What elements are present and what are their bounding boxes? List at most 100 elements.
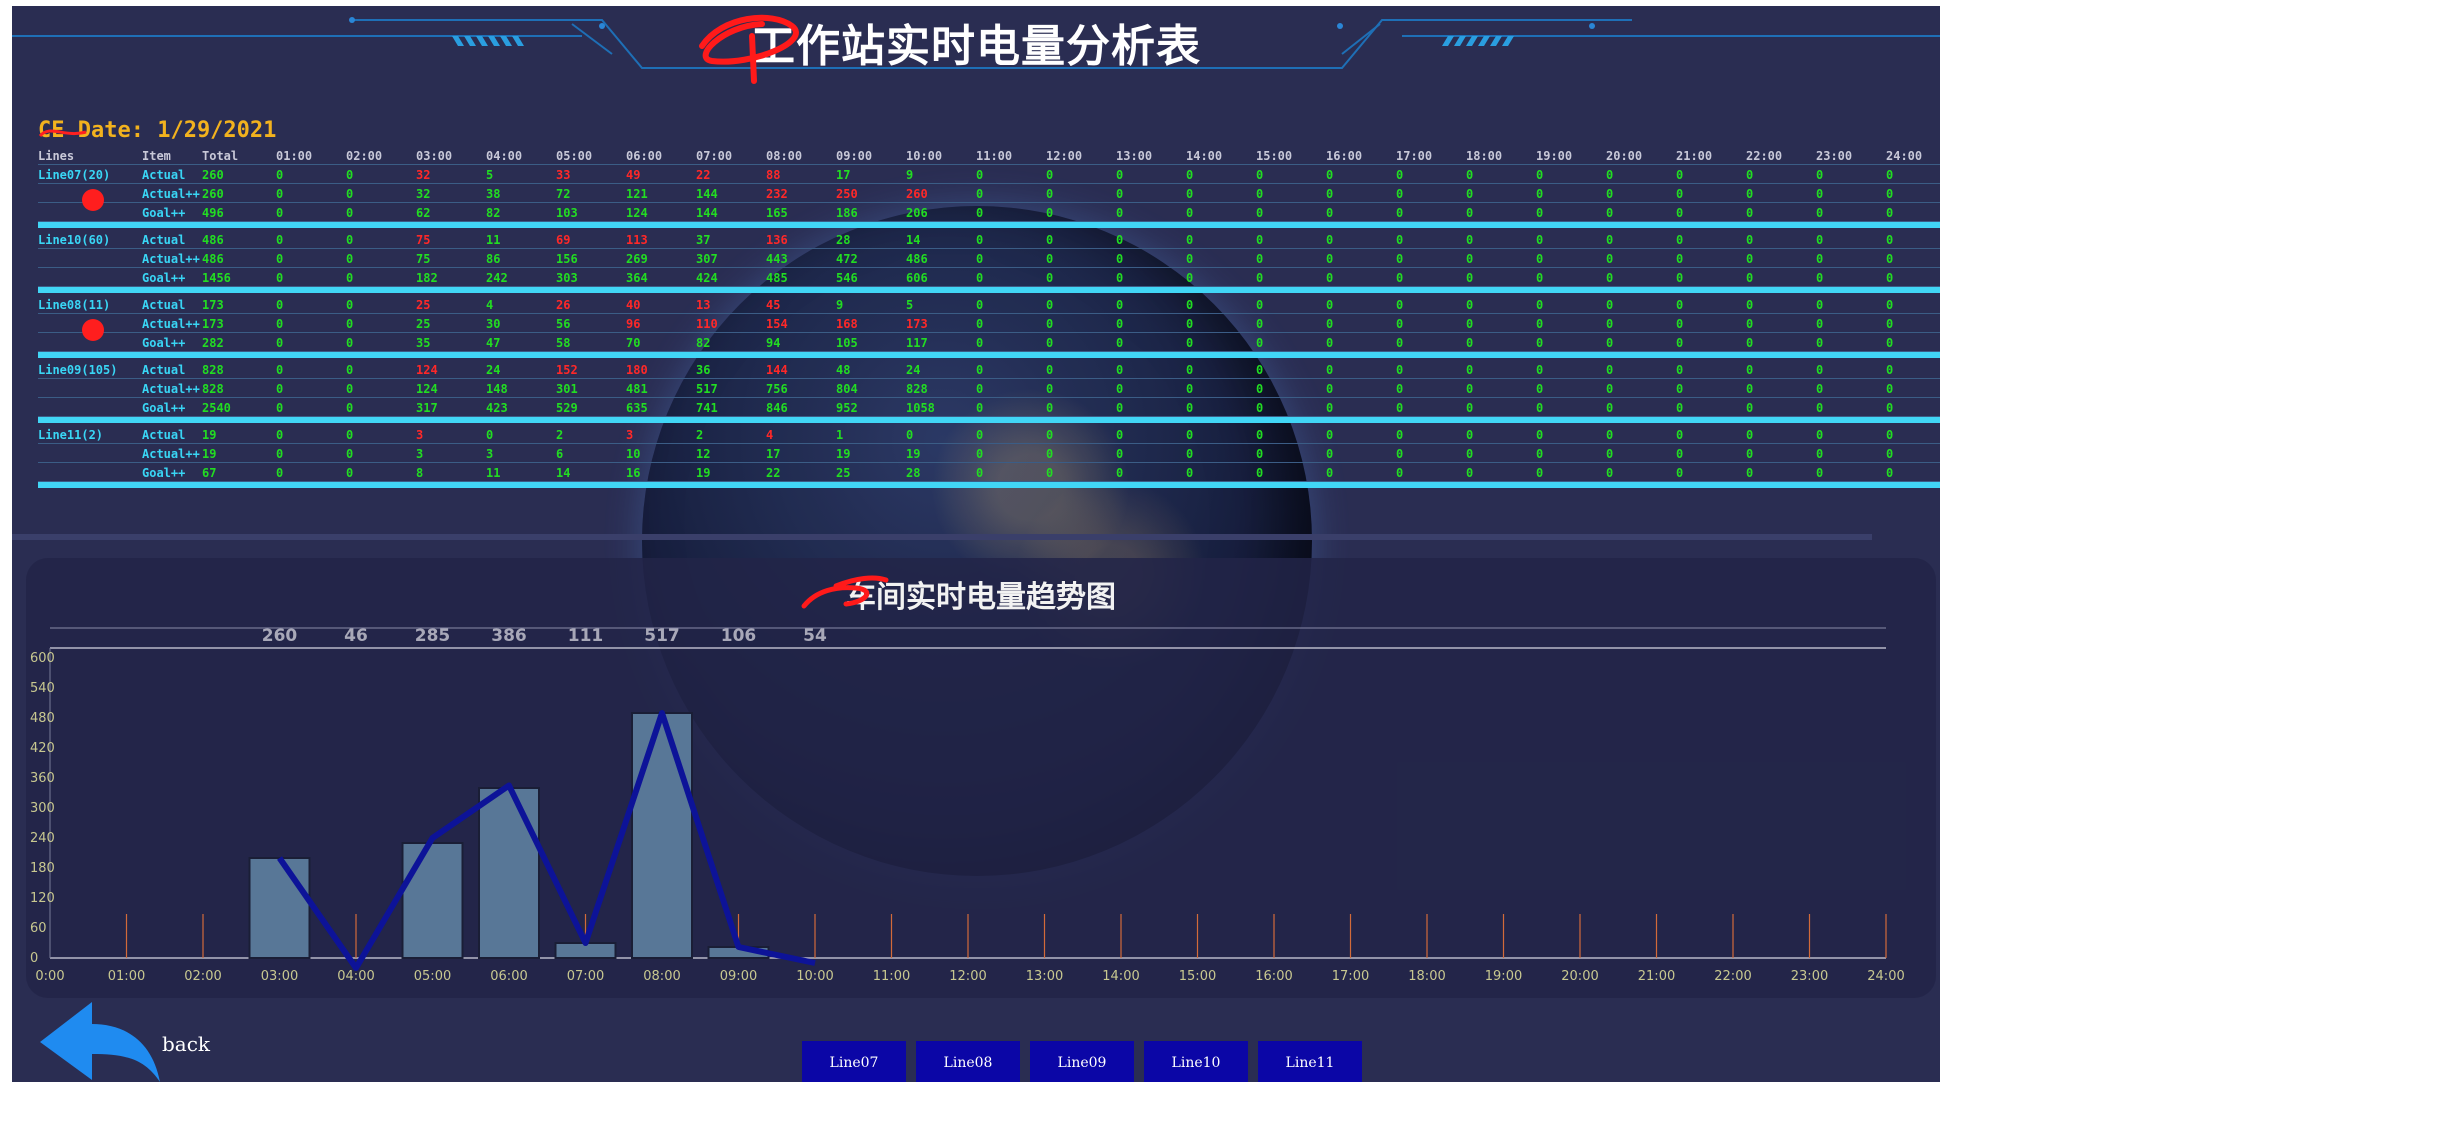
value-cell: 0 [1256, 466, 1264, 480]
x-tick-label: 15:00 [1179, 969, 1216, 984]
value-cell: 0 [1746, 447, 1754, 461]
group-separator [38, 482, 1940, 488]
value-cell: 952 [836, 401, 858, 415]
value-cell: 741 [696, 401, 718, 415]
value-cell: 756 [766, 382, 788, 396]
value-cell: 2 [696, 428, 704, 442]
y-tick-label: 240 [30, 831, 55, 846]
y-tick-label: 180 [30, 861, 55, 876]
value-cell: 0 [1536, 187, 1544, 201]
value-cell: 0 [1186, 252, 1194, 266]
x-tick-label: 09:00 [720, 969, 757, 984]
value-cell: 0 [1606, 233, 1614, 247]
value-cell: 0 [1536, 428, 1544, 442]
value-cell: 0 [1886, 382, 1894, 396]
x-tick-label: 08:00 [643, 969, 680, 984]
item-name: Goal++ [142, 401, 186, 415]
value-cell: 26 [556, 298, 571, 312]
value-cell: 0 [1536, 271, 1544, 285]
value-cell: 260 [906, 187, 928, 201]
line-name: Line08(11) [38, 298, 111, 312]
value-cell: 0 [1676, 363, 1684, 377]
x-tick-label: 18:00 [1408, 969, 1445, 984]
group-separator [38, 417, 1940, 423]
column-header: 03:00 [416, 149, 453, 163]
value-cell: 14 [556, 466, 571, 480]
value-cell: 165 [766, 206, 788, 220]
value-cell: 0 [1116, 298, 1124, 312]
line-button-line09[interactable]: Line09 [1030, 1041, 1134, 1082]
red-dot-marker [82, 189, 104, 211]
y-tick-label: 0 [30, 951, 38, 966]
value-cell: 32 [416, 168, 431, 182]
column-header: 01:00 [276, 149, 313, 163]
value-cell: 0 [1746, 233, 1754, 247]
line-button-line07[interactable]: Line07 [802, 1041, 906, 1082]
value-cell: 0 [906, 428, 914, 442]
value-cell: 19 [906, 447, 921, 461]
line-button-line10[interactable]: Line10 [1144, 1041, 1248, 1082]
value-cell: 0 [1116, 363, 1124, 377]
value-cell: 0 [1256, 401, 1264, 415]
value-cell: 0 [1746, 401, 1754, 415]
x-tick-label: 12:00 [949, 969, 986, 984]
column-header: 10:00 [906, 149, 943, 163]
value-cell: 0 [1606, 187, 1614, 201]
value-cell: 0 [276, 447, 284, 461]
back-link[interactable]: back [162, 1032, 210, 1056]
value-cell: 0 [1186, 271, 1194, 285]
group-separator [38, 222, 1940, 228]
value-cell: 828 [906, 382, 928, 396]
table-row: Goal++ 496 0 0 62 82 103 124 144 165 186 206 0 0 0 0 0 0 0… [38, 203, 1940, 222]
value-cell: 25 [416, 317, 431, 331]
value-cell: 0 [1396, 252, 1404, 266]
value-cell: 0 [976, 298, 984, 312]
value-cell: 0 [1256, 206, 1264, 220]
value-cell: 0 [1396, 298, 1404, 312]
x-tick-label: 06:00 [490, 969, 527, 984]
value-cell: 156 [556, 252, 578, 266]
value-cell: 0 [1676, 428, 1684, 442]
value-cell: 0 [1466, 187, 1474, 201]
line-button-line08[interactable]: Line08 [916, 1041, 1020, 1082]
value-cell: 0 [1396, 466, 1404, 480]
value-cell: 0 [1886, 187, 1894, 201]
value-cell: 0 [1536, 363, 1544, 377]
value-cell: 0 [346, 401, 354, 415]
value-cell: 0 [1256, 233, 1264, 247]
value-cell: 0 [1466, 317, 1474, 331]
value-cell: 0 [1746, 271, 1754, 285]
value-cell: 0 [276, 428, 284, 442]
value-cell: 0 [1886, 447, 1894, 461]
value-cell: 124 [416, 382, 438, 396]
trend-line [277, 710, 816, 971]
value-cell: 88 [766, 168, 781, 182]
red-scribble-annotation [699, 14, 799, 84]
item-name: Actual++ [142, 382, 200, 396]
value-cell: 19 [696, 466, 711, 480]
header: 工作站实时电量分析表 [12, 6, 1940, 84]
line-group: Line10(60) Actual 486 0 0 75 11 69 113 37 136 28 14 0… [38, 230, 1940, 287]
table-row: Actual++ 828 0 0 124 148 301 481 517 756 804 828 0 0 0… [38, 379, 1940, 398]
x-tick-label: 16:00 [1255, 969, 1292, 984]
value-cell: 0 [976, 363, 984, 377]
value-cell: 38 [486, 187, 501, 201]
value-cell: 0 [1046, 428, 1054, 442]
value-cell: 0 [1186, 428, 1194, 442]
x-tick-label: 07:00 [567, 969, 604, 984]
value-cell: 86 [486, 252, 501, 266]
back-arrow-icon[interactable] [32, 996, 162, 1082]
value-cell: 0 [1886, 363, 1894, 377]
total-cell: 19 [202, 447, 217, 461]
value-cell: 0 [346, 382, 354, 396]
value-cell: 0 [346, 206, 354, 220]
value-cell: 0 [1256, 271, 1264, 285]
line-button-line11[interactable]: Line11 [1258, 1041, 1362, 1082]
value-cell: 0 [346, 298, 354, 312]
value-cell: 0 [1746, 363, 1754, 377]
value-cell: 110 [696, 317, 718, 331]
value-cell: 0 [1116, 233, 1124, 247]
value-cell: 0 [1746, 382, 1754, 396]
column-header: 15:00 [1256, 149, 1293, 163]
value-cell: 0 [1606, 336, 1614, 350]
